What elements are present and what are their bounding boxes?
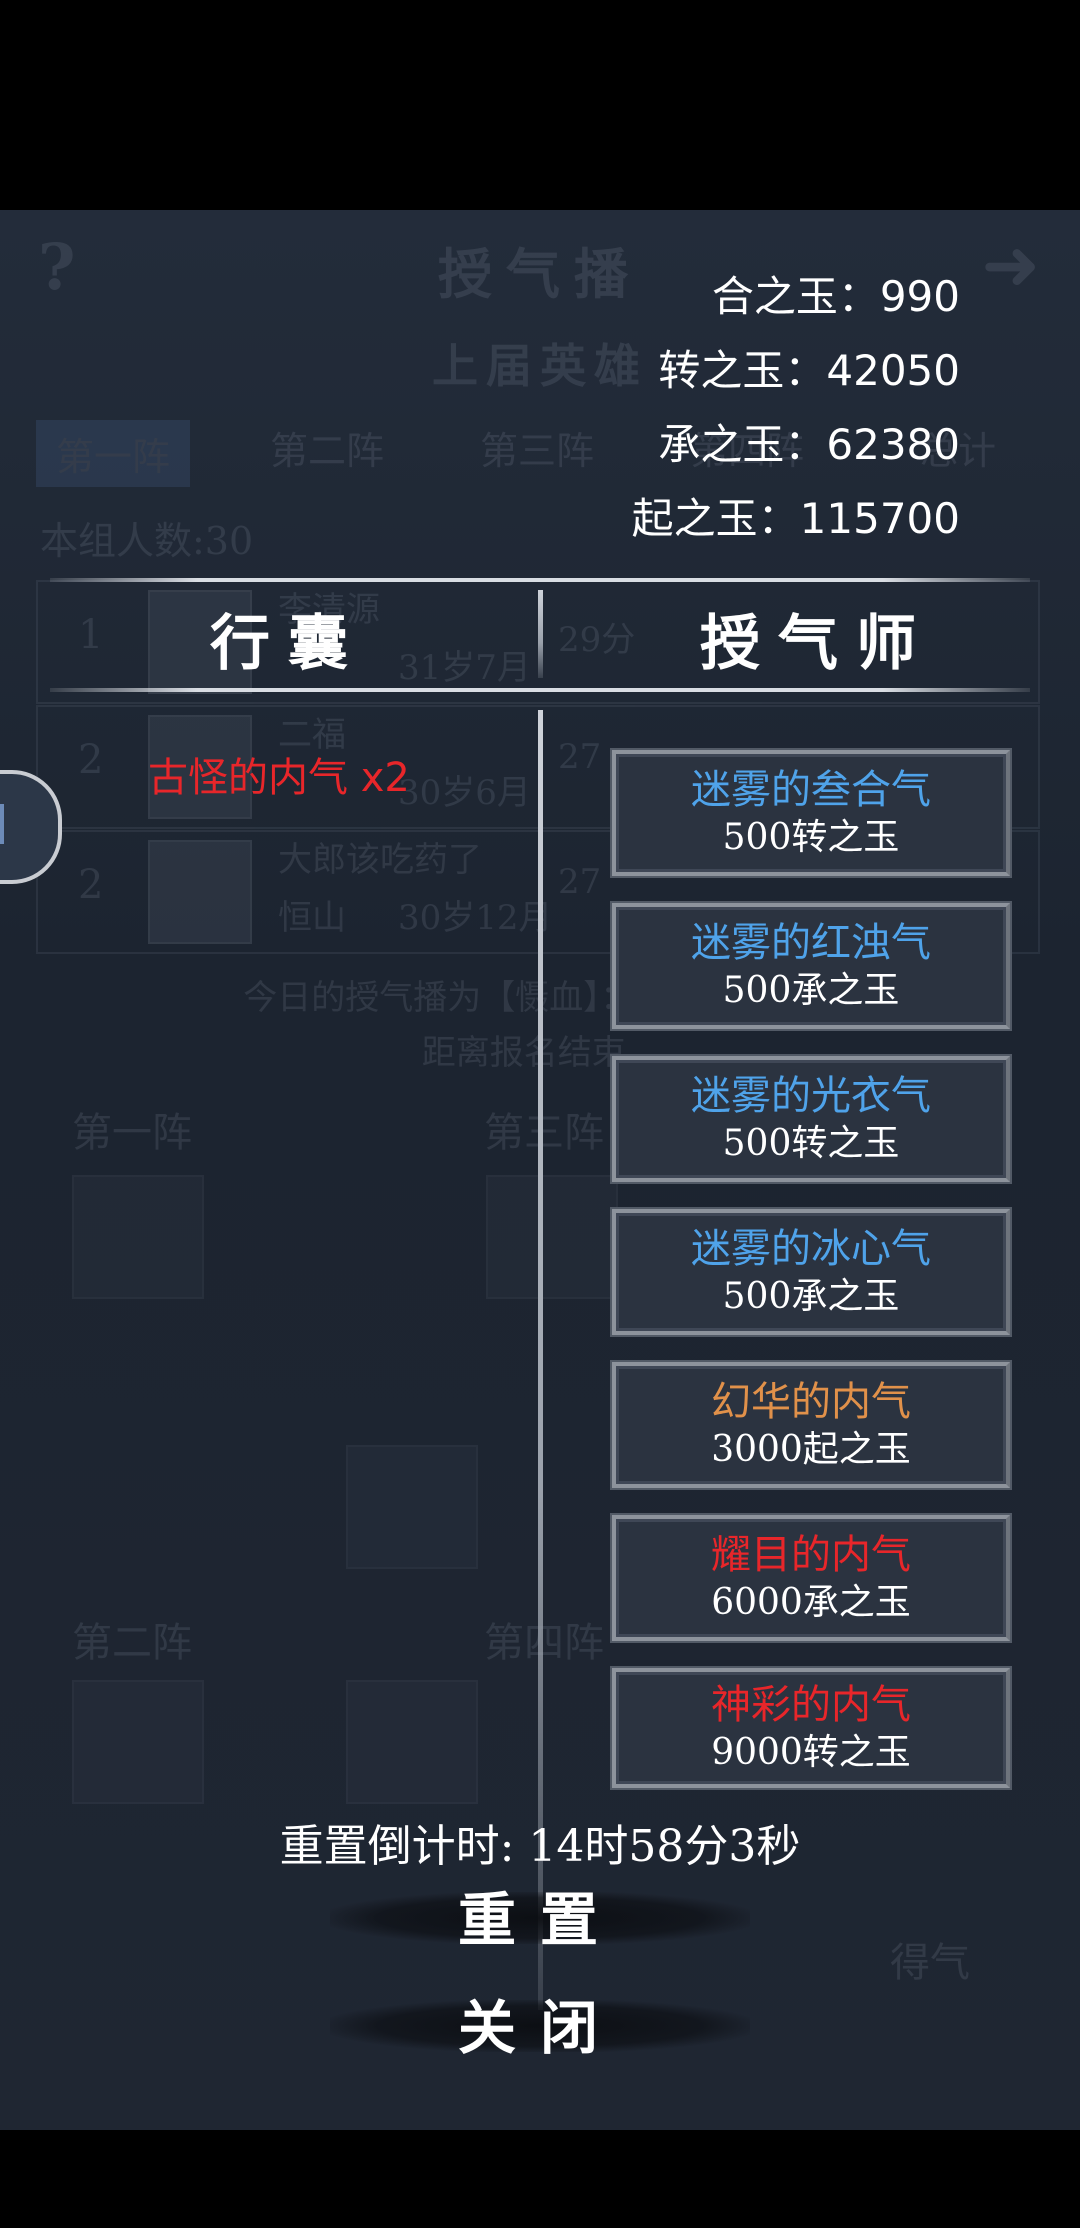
currency-row: 合之玉：990: [711, 272, 960, 321]
shop-item[interactable]: 幻华的内气 3000起之玉: [612, 1362, 1010, 1488]
currency-row: 转之玉：42050: [658, 346, 960, 395]
reset-button[interactable]: 重置: [330, 1870, 750, 1960]
shop-item-price: 9000转之玉: [711, 1732, 911, 1773]
shop-item[interactable]: 迷雾的冰心气 500承之玉: [612, 1209, 1010, 1335]
shop-item-price: 6000承之玉: [711, 1582, 911, 1623]
shop-item[interactable]: 神彩的内气 9000转之玉: [612, 1668, 1010, 1788]
close-button-label: 关闭: [457, 1994, 622, 2062]
currency-row: 承之玉：62380: [658, 420, 960, 469]
shop-item-name: 耀目的内气: [711, 1532, 911, 1578]
shop-item-price: 500转之玉: [722, 817, 900, 858]
master-header: 授气师: [700, 609, 934, 679]
shop-item[interactable]: 耀目的内气 6000承之玉: [612, 1515, 1010, 1641]
currency-row: 起之玉：115700: [631, 494, 960, 543]
bag-header: 行囊: [210, 609, 366, 679]
shop-item-name: 迷雾的叁合气: [691, 767, 931, 813]
shop-item-price: 500转之玉: [722, 1123, 900, 1164]
shop-item-price: 500承之玉: [722, 970, 900, 1011]
shop-item[interactable]: 迷雾的光衣气 500转之玉: [612, 1056, 1010, 1182]
divider-top: [50, 578, 1030, 582]
shop-item-name: 迷雾的冰心气: [691, 1226, 931, 1272]
shop-item-name: 幻华的内气: [711, 1379, 911, 1425]
close-button[interactable]: 关闭: [330, 1978, 750, 2068]
currency-list: 合之玉：990 转之玉：42050 承之玉：62380 起之玉：115700: [632, 260, 960, 556]
shop-item-name: 神彩的内气: [711, 1682, 911, 1728]
shop-item[interactable]: 迷雾的叁合气 500转之玉: [612, 750, 1010, 876]
divider-header: [50, 688, 1030, 692]
game-screen: ? 授气播 ➜ 上届英雄 第一阵 第二阵 第三阵 第四阵 总计 本组人数:30 …: [0, 210, 1080, 2130]
shop-item-price: 3000起之玉: [711, 1429, 911, 1470]
shop-item[interactable]: 迷雾的红浊气 500承之玉: [612, 903, 1010, 1029]
exchange-panel: 合之玉：990 转之玉：42050 承之玉：62380 起之玉：115700 行…: [0, 210, 1080, 2130]
side-tab-icon[interactable]: [0, 770, 62, 884]
reset-button-label: 重置: [457, 1886, 622, 1954]
shop-item-name: 迷雾的光衣气: [691, 1073, 931, 1119]
reset-countdown: 重置倒计时: 14时58分3秒: [279, 1821, 801, 1872]
divider-vertical-header: [538, 590, 543, 678]
shop-list: 迷雾的叁合气 500转之玉 迷雾的红浊气 500承之玉 迷雾的光衣气 500转之…: [612, 750, 1014, 1815]
shop-item-price: 500承之玉: [722, 1276, 900, 1317]
shop-item-name: 迷雾的红浊气: [691, 920, 931, 966]
bag-item[interactable]: 古怪的内气 x2: [148, 745, 410, 803]
